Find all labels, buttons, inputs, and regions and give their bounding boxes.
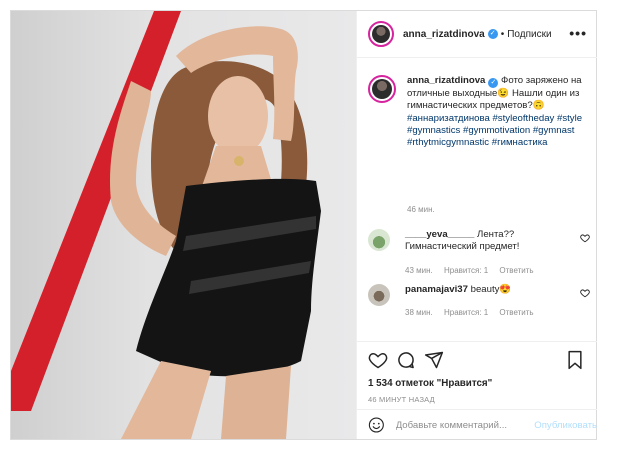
comment-item: ____yeva_____ Лента?? Гимнастический пре… (368, 229, 590, 277)
comment-input[interactable] (395, 419, 531, 431)
verified-badge-icon: ✓ (487, 29, 498, 39)
caption-username[interactable]: anna_rizatdinova (407, 75, 485, 86)
comment-avatar[interactable] (368, 229, 390, 251)
caption-avatar[interactable] (368, 75, 396, 103)
caption-hashtags[interactable]: #аннаризатдинова #styleoftheday #style #… (407, 113, 582, 149)
comment-bubble-icon[interactable] (396, 350, 416, 370)
comment-likes[interactable]: Нравится: 1 (444, 308, 488, 317)
caption-text-block: anna_rizatdinova ✓ Фото заряжено на отлич… (407, 75, 587, 149)
caption-time: 46 мин. (407, 205, 435, 214)
post-actions: 1 534 отметок "Нравится" 46 МИНУТ НАЗАД … (357, 341, 597, 439)
comment-meta: 38 мин. Нравится: 1 Ответить (405, 307, 570, 319)
left-leg-shape (121, 361, 211, 439)
add-comment-bar: Опубликовать (357, 409, 597, 440)
comment-meta: 43 мин. Нравится: 1 Ответить (405, 265, 570, 277)
post-sidebar: anna_rizatdinova ✓ • Подписки ••• anna_r… (356, 11, 597, 439)
comment-username[interactable]: panamajavi37 (405, 284, 468, 295)
action-icon-row (368, 350, 588, 372)
reply-button[interactable]: Ответить (499, 266, 533, 275)
comment-time: 43 мин. (405, 265, 433, 275)
necklace-pendant (234, 156, 244, 166)
comment-like-heart-icon[interactable] (580, 233, 590, 243)
right-leg-shape (221, 366, 291, 439)
separator-dot: • (500, 28, 505, 40)
post-photo[interactable] (11, 11, 356, 439)
comment-username[interactable]: ____yeva_____ (405, 229, 474, 240)
save-bookmark-icon[interactable] (566, 350, 584, 370)
comment-avatar[interactable] (368, 284, 390, 306)
header-username[interactable]: anna_rizatdinova (403, 29, 485, 40)
verified-badge-icon: ✓ (488, 78, 499, 88)
comment-like-heart-icon[interactable] (580, 288, 590, 298)
post-time: 46 МИНУТ НАЗАД (368, 395, 435, 404)
following-button[interactable]: Подписки (507, 29, 551, 40)
share-paper-plane-icon[interactable] (424, 350, 444, 370)
comment-item: panamajavi37 beauty😍 38 мин. Нравится: 1… (368, 284, 590, 320)
face-shape (208, 76, 268, 156)
emoji-smiley-icon[interactable] (368, 416, 385, 434)
reply-button[interactable]: Ответить (499, 308, 533, 317)
comment-text: beauty😍 (467, 284, 512, 295)
avatar[interactable] (368, 21, 394, 47)
post-header: anna_rizatdinova ✓ • Подписки ••• (357, 11, 597, 58)
more-options-icon[interactable]: ••• (569, 25, 587, 41)
photo-illustration (11, 11, 321, 439)
like-heart-icon[interactable] (368, 350, 388, 370)
comment-time: 38 мин. (405, 308, 433, 318)
comment-body: ____yeva_____ Лента?? Гимнастический пре… (405, 229, 570, 277)
publish-button[interactable]: Опубликовать (534, 420, 597, 431)
post-caption: anna_rizatdinova ✓ Фото заряжено на отлич… (368, 75, 590, 149)
likes-count[interactable]: 1 534 отметок "Нравится" (368, 378, 492, 389)
instagram-post: anna_rizatdinova ✓ • Подписки ••• anna_r… (10, 10, 597, 440)
comment-likes[interactable]: Нравится: 1 (444, 266, 488, 275)
comment-body: panamajavi37 beauty😍 38 мин. Нравится: 1… (405, 284, 570, 320)
